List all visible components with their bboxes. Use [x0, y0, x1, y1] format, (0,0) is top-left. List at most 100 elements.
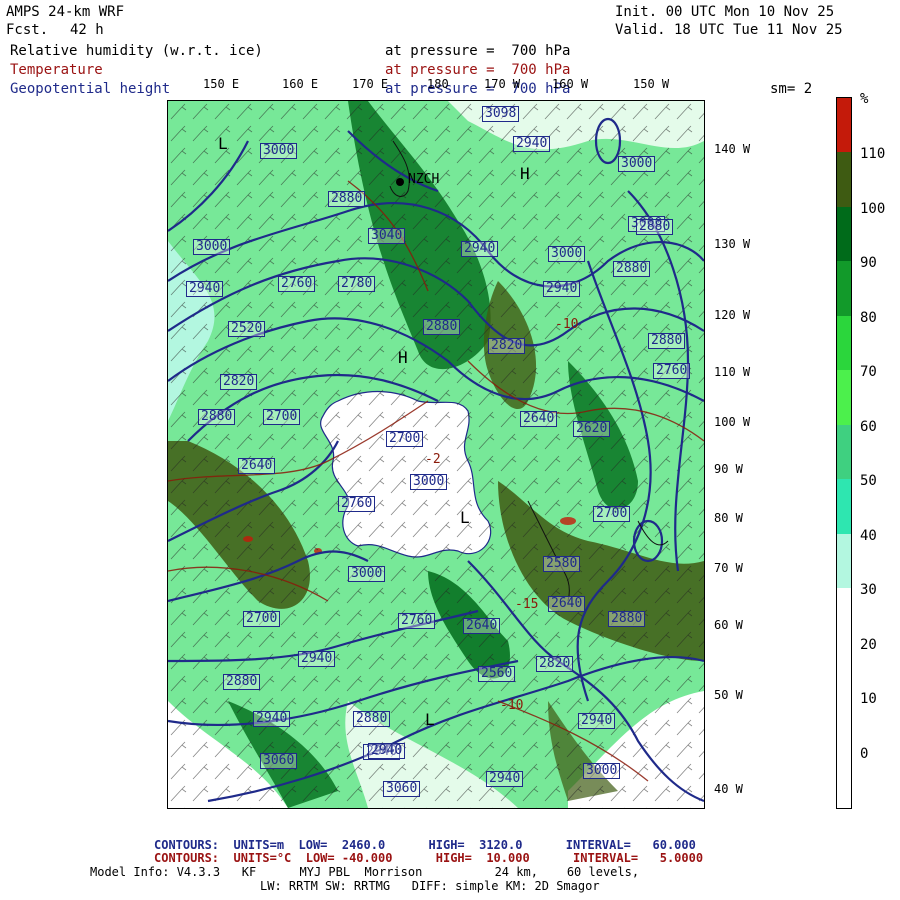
high-pressure-marker: H [398, 348, 408, 367]
colorbar-tick: 0 [860, 746, 869, 762]
height-label: 2880 [328, 191, 366, 207]
height-label: 2940 [461, 241, 499, 257]
contours-temp-info: CONTOURS: UNITS=°C LOW= -40.000 HIGH= 10… [154, 851, 704, 865]
height-label: 2700 [243, 611, 281, 627]
height-label: 2940 [513, 136, 551, 152]
forecast-label: Fcst. [6, 22, 49, 38]
height-label: 2640 [520, 411, 558, 427]
colorbar-segment [837, 98, 851, 152]
colorbar-segment [837, 697, 851, 752]
height-label: 2640 [238, 458, 276, 474]
colorbar-tick: 20 [860, 637, 877, 653]
colorbar-segment [837, 425, 851, 479]
height-label: 3000 [193, 239, 231, 255]
height-label: 2780 [338, 276, 376, 292]
field-rh-level: at pressure = 700 hPa [385, 43, 571, 59]
lon-label-110w: 110 W [714, 365, 751, 379]
height-label: 2880 [613, 261, 651, 277]
height-label: 3000 [548, 246, 586, 262]
height-label: 2940 [486, 771, 524, 787]
height-label: 2580 [543, 556, 581, 572]
height-label: 2760 [338, 496, 376, 512]
height-label: 3000 [348, 566, 386, 582]
lon-label-70w: 70 W [714, 561, 743, 575]
smoothing-label: sm= 2 [770, 81, 813, 97]
temperature-label: -10 [500, 698, 524, 713]
colorbar-segment [837, 316, 851, 370]
colorbar-tick: 100 [860, 201, 886, 217]
field-temp-name: Temperature [10, 62, 103, 78]
high-pressure-marker: H [520, 164, 530, 183]
lon-label-150w: 150 W [633, 77, 670, 91]
height-label: 3060 [260, 753, 298, 769]
height-label: 2760 [653, 363, 691, 379]
colorbar-tick: 70 [860, 364, 877, 380]
lon-label-160e: 160 E [282, 77, 319, 91]
height-label: 2880 [353, 711, 391, 727]
height-label: 2760 [278, 276, 316, 292]
height-label: 2880 [198, 409, 236, 425]
low-pressure-marker: L [218, 134, 228, 153]
height-label: 2940 [298, 651, 336, 667]
low-pressure-marker: L [425, 710, 435, 729]
height-label: 2640 [463, 618, 501, 634]
height-label: 2760 [398, 613, 436, 629]
temperature-label: -15 [515, 597, 539, 612]
height-label: 2700 [386, 431, 424, 447]
colorbar-tick: 30 [860, 582, 877, 598]
height-label: 3040 [368, 228, 406, 244]
height-label: 2820 [220, 374, 258, 390]
lon-label-140w: 140 W [714, 142, 751, 156]
height-label: 2620 [573, 421, 611, 437]
temperature-label: -2 [425, 452, 441, 467]
height-label: 2820 [488, 338, 526, 354]
colorbar-tick: 60 [860, 419, 877, 435]
height-label: 2700 [263, 409, 301, 425]
init-time: Init. 00 UTC Mon 10 Nov 25 [615, 4, 835, 20]
height-label: 2940 [543, 281, 581, 297]
lon-label-40w: 40 W [714, 782, 743, 796]
height-label: 2880 [608, 611, 646, 627]
colorbar-tick: 40 [860, 528, 877, 544]
colorbar-tick: 50 [860, 473, 877, 489]
height-label: 2940 [578, 713, 616, 729]
height-label: 2640 [548, 596, 586, 612]
field-height-name: Geopotential height [10, 81, 171, 97]
colorbar-segment [837, 534, 851, 588]
colorbar-tick: 110 [860, 146, 886, 162]
colorbar-segment [837, 152, 851, 207]
colorbar-segment [837, 643, 851, 697]
height-label: 3000 [410, 474, 448, 490]
field-height-level: at pressure = 700 hPa [385, 81, 571, 97]
colorbar-segment [837, 261, 851, 316]
lon-label-60w: 60 W [714, 618, 743, 632]
colorbar-segment [837, 588, 851, 643]
colorbar-segment [837, 479, 851, 534]
colorbar-segment [837, 752, 851, 808]
lon-label-80w: 80 W [714, 511, 743, 525]
low-pressure-marker: L [460, 508, 470, 527]
height-label: 3098 [482, 106, 520, 122]
weather-map: NZCH 3098 3000 2880 3040 2940 3000 3000 … [167, 100, 705, 809]
colorbar-segment [837, 370, 851, 425]
lon-label-50w: 50 W [714, 688, 743, 702]
colorbar-tick: 10 [860, 691, 877, 707]
lon-label-100w: 100 W [714, 415, 751, 429]
station-marker [396, 178, 404, 186]
height-label: 3060 [383, 781, 421, 797]
lon-label-90w: 90 W [714, 462, 743, 476]
colorbar-unit: % [860, 91, 869, 107]
model-info: Model Info: V4.3.3 KF MYJ PBL Morrison 2… [90, 865, 640, 879]
height-label: 2940 [368, 743, 406, 759]
colorbar-segment [837, 207, 851, 261]
lon-label-170w: 170 W [484, 77, 521, 91]
height-label: 2880 [223, 674, 261, 690]
height-label: 3000 [618, 156, 656, 172]
height-label: 2700 [593, 506, 631, 522]
height-label: 3000 [583, 763, 621, 779]
field-temp-level: at pressure = 700 hPa [385, 62, 571, 78]
height-label: 2940 [253, 711, 291, 727]
field-rh-name: Relative humidity (w.r.t. ice) [10, 43, 263, 59]
lon-label-160w: 160 W [552, 77, 589, 91]
height-label: 2880 [648, 333, 686, 349]
